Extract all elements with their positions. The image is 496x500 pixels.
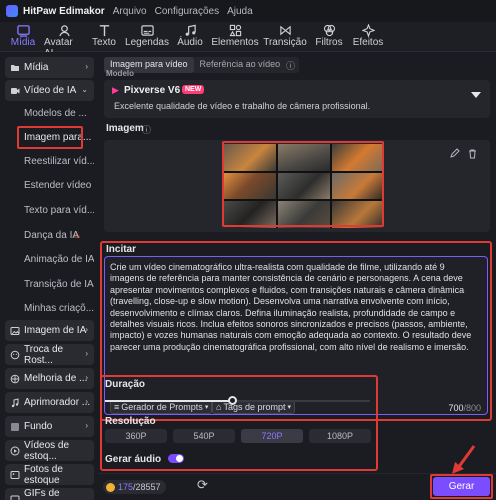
sidebar: Mídia › Vídeo de IA ⌄ Modelos de ... Ima… bbox=[0, 52, 98, 500]
sidebar-item-fundo[interactable]: Fundo › bbox=[5, 416, 94, 437]
menu-ajuda[interactable]: Ajuda bbox=[227, 6, 253, 17]
image-section-label: Imagem bbox=[106, 123, 144, 134]
gif-icon bbox=[10, 494, 20, 500]
sidebar-sub-texto-para[interactable]: Texto para víd... bbox=[24, 205, 94, 216]
enhance-icon bbox=[10, 374, 20, 384]
sidebar-sub-reestilizar[interactable]: Reestilizar víd... bbox=[24, 156, 94, 167]
refresh-icon[interactable]: ⟳ bbox=[197, 477, 208, 493]
music-note-icon bbox=[185, 24, 196, 36]
model-name: Pixverse V6 bbox=[124, 85, 181, 96]
slider-thumb[interactable] bbox=[228, 396, 238, 405]
char-counter: 700/800 bbox=[448, 403, 481, 413]
sidebar-sub-modelos[interactable]: Modelos de ... bbox=[24, 108, 94, 119]
chevron-down-icon: ⌄ bbox=[81, 85, 88, 94]
text-icon bbox=[99, 25, 109, 37]
transition-icon bbox=[279, 25, 291, 36]
sidebar-item-aprimorador[interactable]: Aprimorador ... › bbox=[5, 392, 94, 413]
info-icon[interactable]: ⓘ bbox=[142, 123, 151, 136]
chevron-right-icon: › bbox=[85, 397, 88, 406]
sidebar-item-melhoria[interactable]: Melhoria de ... › bbox=[5, 368, 94, 389]
background-icon bbox=[10, 422, 20, 432]
sidebar-sub-transicao[interactable]: Transição de IA bbox=[24, 279, 94, 290]
avatar-icon bbox=[58, 25, 70, 37]
sidebar-item-gifs-estoque[interactable]: GIFs de estoque bbox=[5, 488, 94, 500]
menu-arquivo[interactable]: Arquivo bbox=[113, 6, 147, 17]
tool-filtros[interactable]: Filtros bbox=[314, 22, 344, 48]
elements-icon bbox=[228, 24, 241, 37]
image-icon bbox=[10, 326, 20, 336]
subtitles-icon bbox=[140, 25, 154, 36]
model-section-label: Modelo bbox=[106, 69, 134, 78]
effects-icon bbox=[361, 24, 375, 37]
sidebar-sub-danca[interactable]: Dança da IA bbox=[24, 230, 80, 241]
face-swap-icon bbox=[10, 350, 20, 360]
chevron-right-icon: › bbox=[85, 373, 88, 382]
sidebar-item-troca-rosto[interactable]: Troca de Rost... › bbox=[5, 344, 94, 366]
sidebar-sub-minhas[interactable]: Minhas criaçõ... bbox=[24, 303, 94, 314]
chevron-right-icon: › bbox=[85, 349, 88, 358]
tool-legendas[interactable]: Legendas bbox=[125, 22, 169, 48]
coin-icon bbox=[106, 482, 115, 492]
info-icon[interactable]: ⓘ bbox=[286, 57, 299, 73]
model-selector[interactable]: ▶ Pixverse V6 NEW Excelente qualidade de… bbox=[104, 80, 490, 118]
sidebar-sub-animacao[interactable]: Animação de IA bbox=[24, 254, 94, 265]
tab-referencia-video[interactable]: Referência ao vídeo bbox=[194, 57, 287, 73]
sidebar-item-midia[interactable]: Mídia › bbox=[5, 57, 94, 78]
chevron-down-icon bbox=[471, 92, 481, 98]
trash-icon[interactable] bbox=[467, 146, 478, 164]
tool-audio[interactable]: Áudio bbox=[176, 22, 204, 48]
folder-icon bbox=[10, 63, 20, 73]
stock-video-icon bbox=[10, 446, 20, 456]
ai-video-icon bbox=[10, 86, 20, 96]
tool-efeitos[interactable]: Efeitos bbox=[352, 22, 384, 48]
chevron-right-icon: › bbox=[85, 421, 88, 430]
arrow-annotation-icon bbox=[452, 445, 476, 474]
resolution-label: Resolução bbox=[105, 416, 156, 427]
sidebar-item-videos-estoque[interactable]: Vídeos de estoq... bbox=[5, 440, 94, 462]
sidebar-sub-estender[interactable]: Estender vídeo bbox=[24, 180, 94, 191]
music-note-icon bbox=[10, 397, 20, 408]
resolution-720p[interactable]: 720P bbox=[241, 429, 303, 443]
stock-photo-icon bbox=[10, 470, 20, 480]
edit-icon[interactable] bbox=[449, 146, 460, 164]
tool-texto[interactable]: Texto bbox=[90, 22, 118, 48]
duration-label: Duração bbox=[105, 379, 146, 390]
highlight-box bbox=[222, 141, 384, 227]
chevron-right-icon: › bbox=[85, 325, 88, 334]
title-bar: HitPaw Edimakor Arquivo Configurações Aj… bbox=[0, 0, 496, 22]
sidebar-item-video-ia[interactable]: Vídeo de IA ⌄ bbox=[5, 80, 94, 101]
main-panel: Imagem para vídeo Referência ao vídeo ⓘ … bbox=[98, 52, 496, 500]
tool-midia[interactable]: Mídia bbox=[8, 22, 38, 48]
menu-configuracoes[interactable]: Configurações bbox=[155, 6, 219, 17]
toggle-knob bbox=[176, 455, 183, 462]
app-name: HitPaw Edimakor bbox=[23, 5, 105, 17]
app-logo-icon bbox=[6, 5, 18, 17]
highlight-box bbox=[17, 126, 83, 149]
resolution-1080p[interactable]: 1080P bbox=[309, 429, 371, 443]
sidebar-item-fotos-estoque[interactable]: Fotos de estoque bbox=[5, 464, 94, 486]
duration-slider[interactable] bbox=[105, 396, 370, 406]
resolution-360p[interactable]: 360P bbox=[105, 429, 167, 443]
model-description: Excelente qualidade de vídeo e trabalho … bbox=[114, 101, 371, 111]
resolution-540p[interactable]: 540P bbox=[173, 429, 235, 443]
highlight-box bbox=[430, 474, 493, 499]
prompt-section-label: Incitar bbox=[106, 244, 137, 255]
gen-audio-label: Gerar áudio bbox=[105, 454, 162, 465]
pixverse-logo-icon: ▶ bbox=[112, 85, 119, 95]
prompt-text[interactable]: Crie um vídeo cinematográfico ultra-real… bbox=[110, 262, 480, 353]
filters-icon bbox=[323, 24, 335, 37]
model-new-badge: NEW bbox=[182, 85, 205, 94]
main-toolbar: Mídia Avatar AI Texto Legendas Áudio Ele… bbox=[0, 22, 496, 59]
tool-elementos[interactable]: Elementos bbox=[211, 22, 259, 48]
media-icon bbox=[16, 25, 30, 37]
slider-fill bbox=[105, 400, 233, 402]
sidebar-item-imagem-ia[interactable]: Imagem de IA › bbox=[5, 320, 94, 341]
chevron-right-icon: › bbox=[85, 62, 88, 71]
gen-audio-toggle[interactable] bbox=[168, 454, 184, 463]
credits-display: 175/28557 bbox=[103, 480, 166, 494]
tool-transicao[interactable]: Transição bbox=[263, 22, 307, 48]
fire-icon: ♨ bbox=[73, 230, 82, 240]
